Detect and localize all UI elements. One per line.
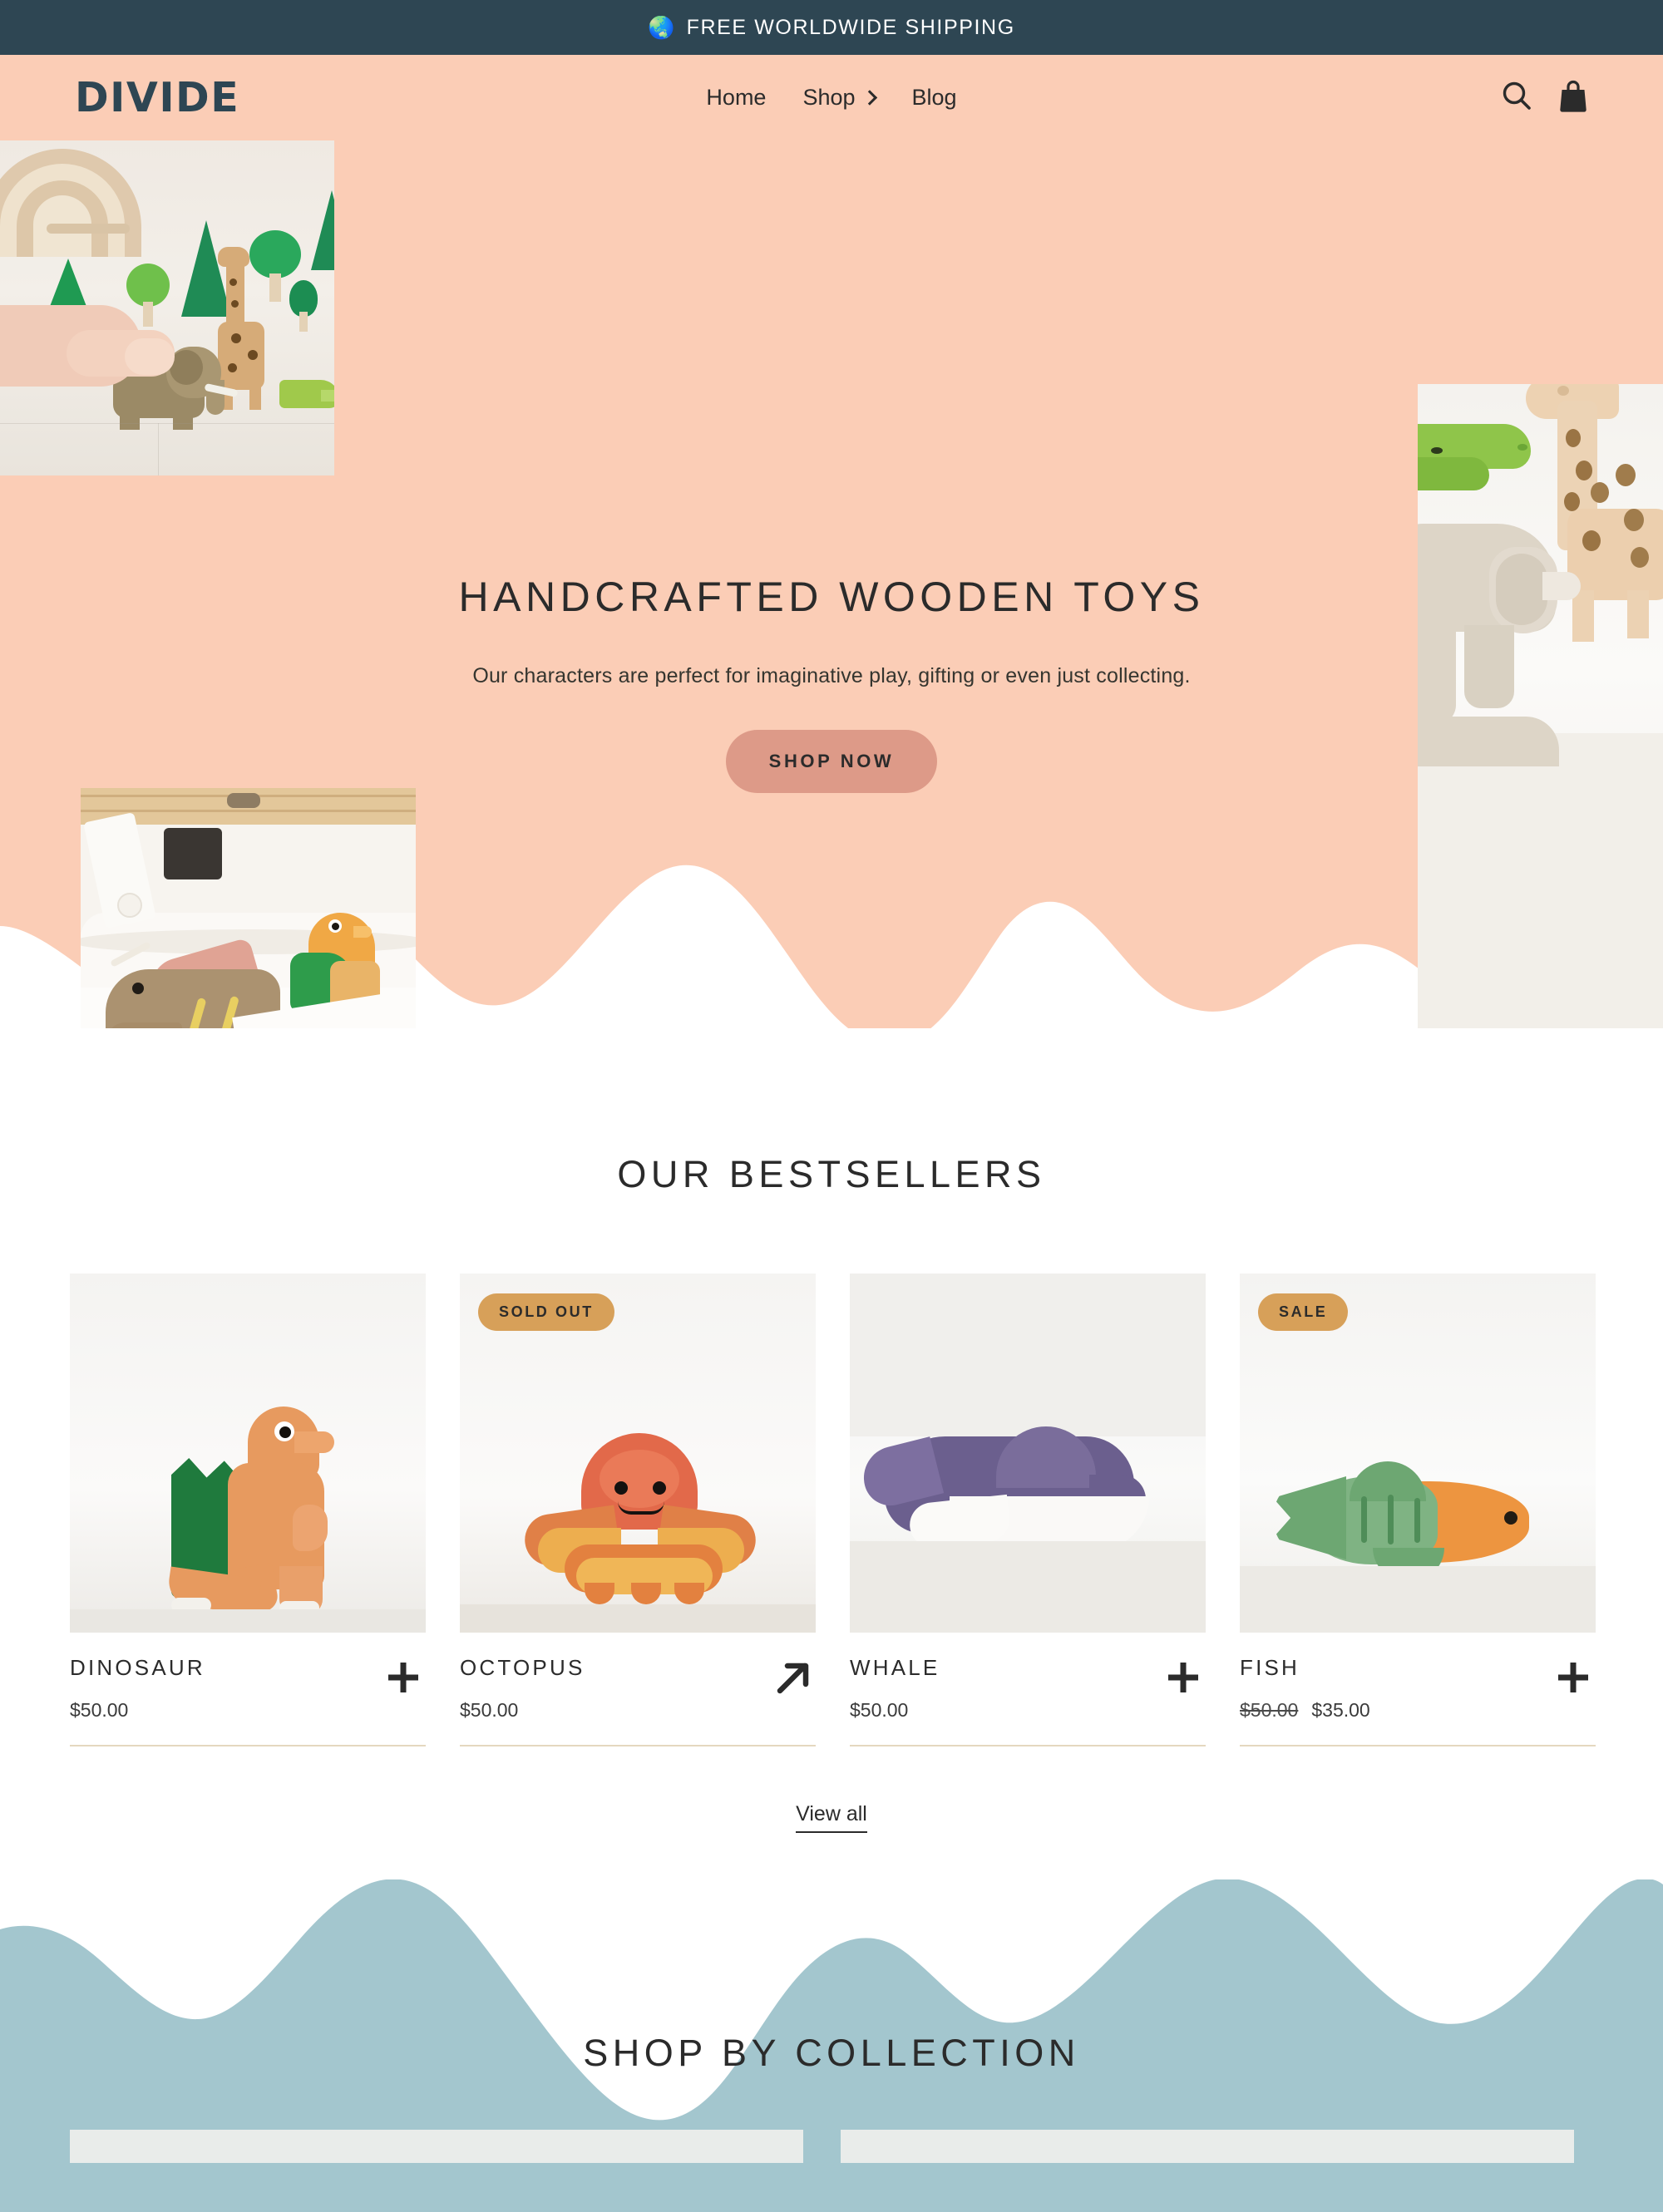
header-actions (1500, 79, 1588, 116)
view-all-wrapper: View all (0, 1802, 1663, 1833)
product-card[interactable]: WHALE $50.00 (850, 1274, 1206, 1746)
collection-section: SHOP BY COLLECTION (0, 1879, 1663, 2212)
hero-content: HANDCRAFTED WOODEN TOYS Our characters a… (0, 573, 1663, 793)
hero-subtitle: Our characters are perfect for imaginati… (472, 664, 1191, 687)
hero-image-elephant-forest (0, 140, 334, 475)
view-all-link[interactable]: View all (796, 1802, 867, 1833)
product-name: DINOSAUR (70, 1655, 205, 1680)
status-badge-sale: SALE (1258, 1293, 1349, 1331)
site-logo[interactable]: DIVIDE (75, 74, 239, 121)
nav-label: Home (706, 85, 767, 110)
collection-title: SHOP BY COLLECTION (583, 2032, 1080, 2074)
product-name: FISH (1240, 1655, 1300, 1680)
product-price-row: $50.00 (70, 1699, 205, 1722)
product-price: $50.00 (850, 1699, 909, 1721)
collection-card-2[interactable] (841, 2130, 1574, 2163)
product-divider (850, 1745, 1206, 1746)
product-price: $50.00 (460, 1699, 519, 1721)
chevron-right-icon (861, 89, 878, 106)
view-product-button[interactable] (771, 1655, 816, 1700)
announcement-text: FREE WORLDWIDE SHIPPING (686, 15, 1015, 39)
site-header: DIVIDE Home Shop Blog (0, 55, 1663, 140)
product-card[interactable]: SOLD OUT OCTOPUS $50.00 (460, 1274, 816, 1746)
plus-icon (1558, 1663, 1588, 1692)
collection-inner: SHOP BY COLLECTION (0, 1879, 1663, 2163)
nav-label: Blog (911, 85, 957, 110)
bestsellers-section: OUR BESTSELLERS DINOSAUR $50.00 SOLD OUT… (0, 1028, 1663, 1833)
product-card[interactable]: DINOSAUR $50.00 (70, 1274, 426, 1746)
shopping-bag-icon[interactable] (1558, 79, 1588, 116)
product-grid: DINOSAUR $50.00 SOLD OUT OCTOPUS $50.00 … (0, 1274, 1663, 1746)
shop-now-button[interactable]: SHOP NOW (725, 730, 938, 793)
product-name: OCTOPUS (460, 1655, 585, 1680)
collection-grid (0, 2130, 1663, 2163)
product-price-row: $50.00 (460, 1699, 585, 1722)
product-divider (70, 1745, 426, 1746)
product-image-whale[interactable] (850, 1274, 1206, 1633)
product-image-fish[interactable]: SALE (1240, 1274, 1596, 1633)
globe-icon: 🌏 (648, 15, 675, 40)
add-to-cart-button[interactable] (381, 1655, 426, 1700)
main-navigation: Home Shop Blog (706, 85, 956, 111)
product-divider (460, 1745, 816, 1746)
nav-label: Shop (802, 85, 856, 110)
plus-icon (1168, 1663, 1198, 1692)
nav-item-home[interactable]: Home (706, 85, 766, 111)
product-divider (1240, 1745, 1596, 1746)
product-price-row: $50.00 $35.00 (1240, 1699, 1370, 1722)
bestsellers-title: OUR BESTSELLERS (617, 1153, 1046, 1195)
nav-item-shop[interactable]: Shop (802, 85, 878, 111)
plus-icon (388, 1663, 418, 1692)
add-to-cart-button[interactable] (1161, 1655, 1206, 1700)
arrow-up-right-icon (777, 1663, 809, 1694)
nav-item-blog[interactable]: Blog (912, 85, 957, 111)
product-image-dinosaur[interactable] (70, 1274, 426, 1633)
hero-section: HANDCRAFTED WOODEN TOYS Our characters a… (0, 140, 1663, 1028)
product-price-row: $50.00 (850, 1699, 940, 1722)
search-icon[interactable] (1500, 79, 1533, 116)
status-badge-sold-out: SOLD OUT (478, 1293, 614, 1331)
product-name: WHALE (850, 1655, 940, 1680)
product-card[interactable]: SALE FISH $50.00 $35.00 (1240, 1274, 1596, 1746)
announcement-bar: 🌏 FREE WORLDWIDE SHIPPING (0, 0, 1663, 55)
product-price: $50.00 (70, 1699, 129, 1721)
hero-image-dinosaurs-in-bed (81, 788, 416, 1028)
product-price: $35.00 (1311, 1699, 1370, 1721)
collection-card-1[interactable] (70, 2130, 803, 2163)
product-compare-at-price: $50.00 (1240, 1699, 1299, 1721)
hero-title: HANDCRAFTED WOODEN TOYS (458, 574, 1205, 620)
add-to-cart-button[interactable] (1551, 1655, 1596, 1700)
product-image-octopus[interactable]: SOLD OUT (460, 1274, 816, 1633)
